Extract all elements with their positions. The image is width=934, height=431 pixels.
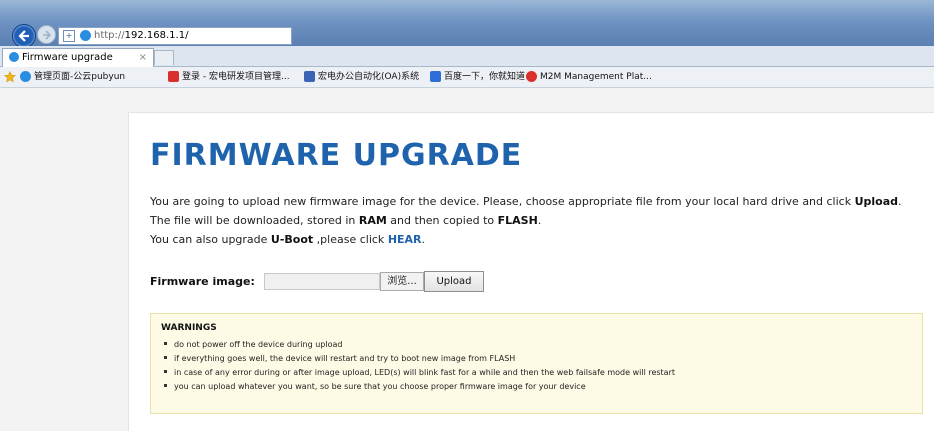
browse-button[interactable]: 浏览... <box>380 272 424 291</box>
warning-item: do not power off the device during uploa… <box>161 338 675 352</box>
warnings-box: WARNINGS do not power off the device dur… <box>150 313 923 414</box>
ie-tab-icon <box>9 52 19 62</box>
favorite-project-login[interactable]: 登录 - 宏电研发项目管理... <box>168 67 290 87</box>
favorite-m2m[interactable]: M2M Management Plat... <box>526 67 652 87</box>
warnings-title: WARNINGS <box>161 323 217 333</box>
m2m-icon <box>526 71 537 82</box>
url-host: 192.168.1.1/ <box>124 30 189 41</box>
url-scheme: http:// <box>94 30 125 41</box>
warnings-list: do not power off the device during uploa… <box>161 338 675 394</box>
back-arrow-icon <box>18 30 29 42</box>
tab-close-icon[interactable]: × <box>139 49 147 67</box>
warning-item: you can upload whatever you want, so be … <box>161 380 675 394</box>
tab-title: Firmware upgrade <box>22 52 113 63</box>
new-tab-button[interactable] <box>154 50 174 65</box>
firmware-image-label: Firmware image: <box>150 275 255 288</box>
globe-icon <box>20 71 31 82</box>
back-button[interactable] <box>12 24 36 48</box>
address-bar[interactable]: + http://192.168.1.1/ <box>58 27 292 45</box>
uboot-link[interactable]: HEAR <box>388 233 422 246</box>
browser-titlebar: + http://192.168.1.1/ <box>0 0 934 48</box>
baidu-icon <box>430 71 441 82</box>
oa-icon <box>304 71 315 82</box>
ie-page-icon <box>80 30 91 41</box>
upload-button[interactable]: Upload <box>424 271 484 292</box>
warning-item: in case of any error during or after ima… <box>161 366 675 380</box>
favorite-baidu[interactable]: 百度一下，你就知道 <box>430 67 525 87</box>
forward-arrow-icon <box>43 30 52 40</box>
favorite-pubyun[interactable]: 管理页面-公云pubyun <box>20 67 125 87</box>
favorites-star-icon[interactable] <box>3 67 17 87</box>
favorites-bar: 管理页面-公云pubyun 登录 - 宏电研发项目管理... 宏电办公自动化(O… <box>0 67 934 88</box>
page-title: FIRMWARE UPGRADE <box>150 138 523 173</box>
tab-bar: Firmware upgrade × <box>0 46 934 67</box>
tab-firmware-upgrade[interactable]: Firmware upgrade × <box>2 48 154 67</box>
forward-button[interactable] <box>37 25 56 44</box>
favorite-oa-system[interactable]: 宏电办公自动化(OA)系统 <box>304 67 419 87</box>
instruction-line-3: You can also upgrade U-Boot ,please clic… <box>150 233 426 246</box>
warning-item: if everything goes well, the device will… <box>161 352 675 366</box>
project-icon <box>168 71 179 82</box>
compat-view-icon[interactable]: + <box>63 30 75 42</box>
firmware-file-input[interactable] <box>264 273 380 290</box>
instruction-line-1: You are going to upload new firmware ima… <box>150 195 902 208</box>
instruction-line-2: The file will be downloaded, stored in R… <box>150 214 542 227</box>
